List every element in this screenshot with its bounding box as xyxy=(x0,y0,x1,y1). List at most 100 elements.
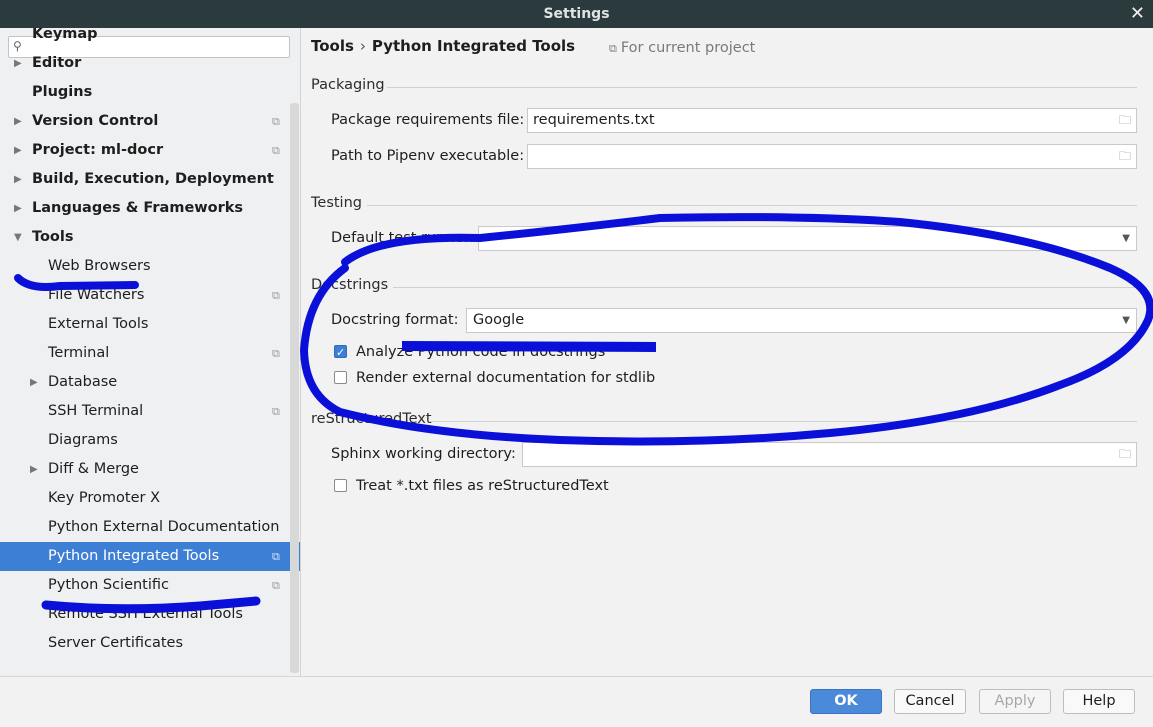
sidebar-item-label: Server Certificates xyxy=(48,635,184,651)
settings-content: Tools › Python Integrated Tools ⧉ For curre… xyxy=(301,28,1153,676)
sidebar-item-label: Languages & Frameworks xyxy=(32,200,244,216)
folder-icon[interactable]: 🗀 xyxy=(1119,443,1131,466)
ok-button[interactable]: OK xyxy=(810,689,882,714)
folder-icon[interactable]: 🗀 xyxy=(1119,109,1131,132)
sidebar-item-external-tools[interactable]: External Tools xyxy=(0,310,300,339)
render-stdlib-option[interactable]: Render external documentation for stdlib xyxy=(334,369,734,387)
sidebar-item-label: Plugins xyxy=(32,84,93,100)
breadcrumb: Tools › Python Integrated Tools xyxy=(311,37,575,55)
treat-txt-label: Treat *.txt files as reStructuredText xyxy=(356,478,609,494)
testing-header: Testing xyxy=(311,195,362,211)
breadcrumb-separator: › xyxy=(359,37,366,55)
sidebar-item-version-control[interactable]: ▶ Version Control ⧉ xyxy=(0,107,300,136)
sidebar-item-project-ml-docr[interactable]: ▶ Project: ml-docr ⧉ xyxy=(0,136,300,165)
sidebar-item-file-watchers[interactable]: File Watchers ⧉ xyxy=(0,281,300,310)
sidebar-item-label: External Tools xyxy=(48,316,149,332)
sidebar-scrollbar[interactable] xyxy=(290,103,299,673)
sidebar-item-plugins[interactable]: Plugins xyxy=(0,78,300,107)
sidebar-item-remote-ssh-external-tools[interactable]: Remote SSH External Tools xyxy=(0,600,300,629)
sidebar-item-diff-merge[interactable]: ▶ Diff & Merge xyxy=(0,455,300,484)
treat-txt-checkbox[interactable] xyxy=(334,479,347,492)
breadcrumb-current: Python Integrated Tools xyxy=(371,37,576,55)
chevron-right-icon[interactable]: ▶ xyxy=(14,194,22,223)
dialog-footer: OK Cancel Apply Help xyxy=(0,676,1153,727)
sidebar-item-label: Terminal xyxy=(48,345,110,361)
chevron-right-icon[interactable]: ▶ xyxy=(14,49,22,78)
sidebar-item-key-promoter-x[interactable]: Key Promoter X xyxy=(0,484,300,513)
help-button[interactable]: Help xyxy=(1063,689,1135,714)
analyze-docstrings-label: Analyze Python code in docstrings xyxy=(356,344,606,360)
sidebar-item-label: Version Control xyxy=(32,113,159,129)
project-scope-icon: ⧉ xyxy=(272,347,280,360)
sidebar-item-terminal[interactable]: Terminal ⧉ xyxy=(0,339,300,368)
chevron-right-icon[interactable]: ▶ xyxy=(14,136,22,165)
docstring-format-select[interactable]: Google ▼ xyxy=(466,308,1137,333)
requirements-value: requirements.txt xyxy=(533,112,655,128)
cancel-button[interactable]: Cancel xyxy=(894,689,966,714)
sphinx-field[interactable]: 🗀 xyxy=(522,442,1137,467)
test-runner-label: Default test runner: xyxy=(331,230,475,246)
rest-header: reStructuredText xyxy=(311,411,432,427)
treat-txt-option[interactable]: Treat *.txt files as reStructuredText xyxy=(334,477,734,495)
sphinx-label: Sphinx working directory: xyxy=(331,446,516,462)
render-stdlib-checkbox[interactable] xyxy=(334,371,347,384)
apply-button[interactable]: Apply xyxy=(979,689,1051,714)
sidebar-item-label: Database xyxy=(48,374,118,390)
sidebar-item-label: Web Browsers xyxy=(48,258,151,274)
sidebar-item-diagrams[interactable]: Diagrams xyxy=(0,426,300,455)
window-title: Settings xyxy=(543,6,610,22)
analyze-docstrings-checkbox[interactable] xyxy=(334,344,347,362)
close-icon[interactable]: ✕ xyxy=(1130,4,1145,24)
pipenv-field[interactable]: 🗀 xyxy=(527,144,1137,169)
project-scope-icon: ⧉ xyxy=(272,289,280,302)
analyze-docstrings-option[interactable]: Analyze Python code in docstrings xyxy=(334,343,734,362)
sidebar-item-label: SSH Terminal xyxy=(48,403,144,419)
sidebar-item-python-scientific[interactable]: Python Scientific ⧉ xyxy=(0,571,300,600)
sidebar-item-tools[interactable]: ▼ Tools xyxy=(0,223,300,252)
packaging-header: Packaging xyxy=(311,77,385,93)
sidebar-item-database[interactable]: ▶ Database xyxy=(0,368,300,397)
docstring-format-value: Google xyxy=(473,312,525,328)
sidebar-item-keymap[interactable]: Keymap xyxy=(0,28,300,49)
sidebar-item-label: Python Scientific xyxy=(48,577,170,593)
sidebar-item-label: Keymap xyxy=(32,28,98,42)
docstrings-header: Docstrings xyxy=(311,277,389,293)
project-scope-icon: ⧉ xyxy=(272,579,280,592)
sidebar-item-build-execution-deployment[interactable]: ▶ Build, Execution, Deployment xyxy=(0,165,300,194)
chevron-right-icon[interactable]: ▶ xyxy=(30,368,38,397)
sidebar-item-label: Diagrams xyxy=(48,432,118,448)
sidebar-item-label: Python Integrated Tools xyxy=(48,548,220,564)
chevron-right-icon[interactable]: ▶ xyxy=(14,165,22,194)
pipenv-label: Path to Pipenv executable: xyxy=(331,148,525,164)
test-runner-select[interactable]: ▼ xyxy=(478,226,1137,251)
chevron-down-icon: ▼ xyxy=(1122,315,1130,326)
sidebar-item-label: Key Promoter X xyxy=(48,490,161,506)
project-scope-icon: ⧉ xyxy=(609,42,617,55)
project-scope-icon: ⧉ xyxy=(272,144,280,157)
chevron-down-icon[interactable]: ▼ xyxy=(14,223,22,252)
sidebar-item-server-certificates[interactable]: Server Certificates xyxy=(0,629,300,658)
sidebar-item-web-browsers[interactable]: Web Browsers xyxy=(0,252,300,281)
sidebar-item-languages-frameworks[interactable]: ▶ Languages & Frameworks xyxy=(0,194,300,223)
sidebar-item-label: Editor xyxy=(32,55,82,71)
sidebar-item-editor[interactable]: ▶ Editor xyxy=(0,49,300,78)
project-scope-note: ⧉ For current project xyxy=(609,40,755,56)
chevron-right-icon[interactable]: ▶ xyxy=(30,455,38,484)
chevron-right-icon[interactable]: ▶ xyxy=(14,107,22,136)
sidebar-item-python-external-documentation[interactable]: Python External Documentation xyxy=(0,513,300,542)
settings-sidebar: ⚲ Keymap ▶ Editor Plugins ▶ Version Control ⧉ ▶… xyxy=(0,28,301,676)
sidebar-item-label: File Watchers xyxy=(48,287,145,303)
project-scope-label: For current project xyxy=(620,40,756,56)
folder-icon[interactable]: 🗀 xyxy=(1119,145,1131,168)
sidebar-item-label: Diff & Merge xyxy=(48,461,139,477)
sidebar-item-ssh-terminal[interactable]: SSH Terminal ⧉ xyxy=(0,397,300,426)
sidebar-item-python-integrated-tools[interactable]: Python Integrated Tools ⧉ xyxy=(0,542,300,571)
docstrings-divider xyxy=(393,287,1137,288)
project-scope-icon: ⧉ xyxy=(272,405,280,418)
requirements-label: Package requirements file: xyxy=(331,112,525,128)
project-scope-icon: ⧉ xyxy=(272,115,280,128)
requirements-field[interactable]: requirements.txt 🗀 xyxy=(527,108,1137,133)
sidebar-item-label: Remote SSH External Tools xyxy=(48,606,243,622)
title-bar: Settings ✕ xyxy=(0,0,1153,28)
project-scope-icon: ⧉ xyxy=(272,550,280,563)
